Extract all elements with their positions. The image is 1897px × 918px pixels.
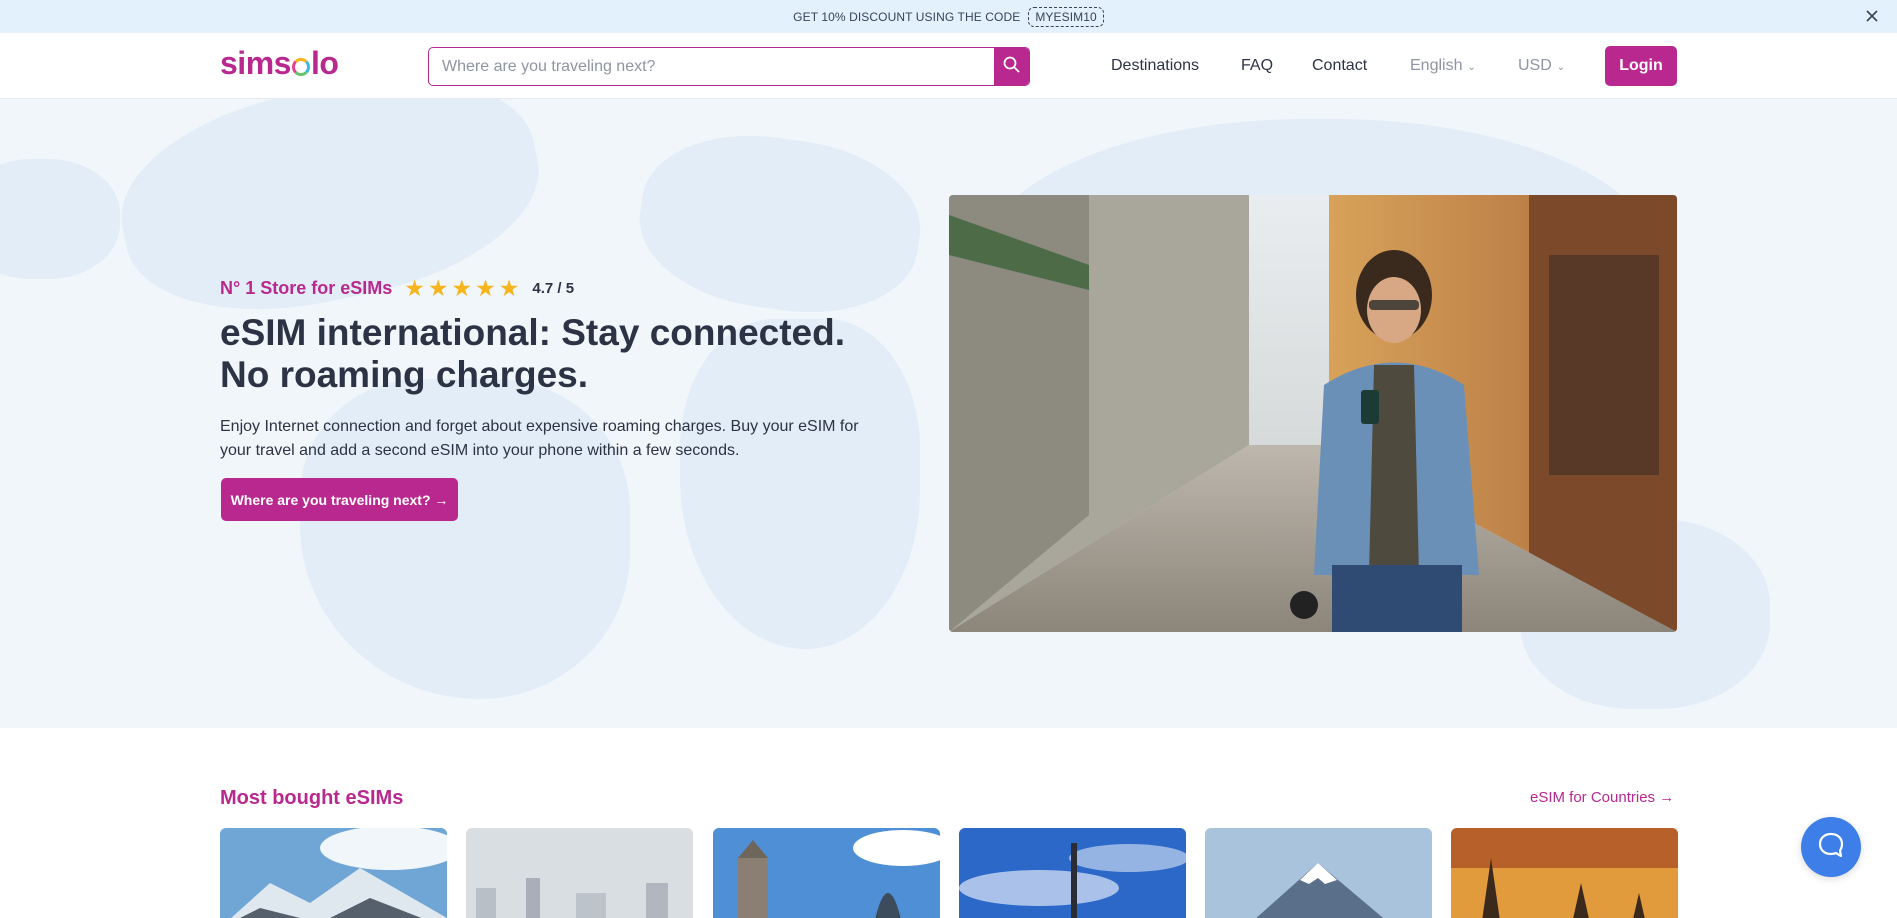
esim-countries-link[interactable]: eSIM for Countries → <box>1530 789 1674 806</box>
simsolo-logo[interactable]: sims lo <box>220 45 339 82</box>
close-icon[interactable] <box>1863 7 1881 25</box>
destination-card[interactable] <box>713 828 940 918</box>
temple-sunset-photo <box>1451 828 1678 918</box>
store-label: N° 1 Store for eSIMs <box>220 278 393 298</box>
language-select[interactable]: English ⌄ <box>1410 57 1476 75</box>
most-bought-title: Most bought eSIMs <box>220 787 404 809</box>
chevron-down-icon: ⌄ <box>1556 62 1566 73</box>
site-header: simslo Destinations FAQ Contact English ⌄… <box>0 33 1897 99</box>
tower-photo <box>959 828 1186 918</box>
search-icon <box>1003 56 1020 78</box>
star-icon: ★ <box>498 275 520 301</box>
destination-card[interactable] <box>1451 828 1678 918</box>
hero-traveler-photo <box>949 195 1677 632</box>
destination-card[interactable] <box>466 828 693 918</box>
rating-score: 4.7 / 5 <box>532 280 575 297</box>
promo-text: GET 10% DISCOUNT USING THE CODE <box>793 9 1021 24</box>
nav-contact[interactable]: Contact <box>1312 57 1367 75</box>
chevron-down-icon: ⌄ <box>1467 62 1476 73</box>
destination-card[interactable] <box>959 828 1186 918</box>
chat-bubble-icon <box>1816 830 1846 865</box>
hero-title-line1: eSIM international: Stay connected. <box>220 312 846 353</box>
language-value: English <box>1410 57 1463 74</box>
hero-section: N° 1 Store for eSIMs ★ ★ ★ ★ ★ 4.7 / 5 e… <box>0 99 1897 728</box>
star-icon: ★ <box>451 275 473 301</box>
store-rating: N° 1 Store for eSIMs ★ ★ ★ ★ ★ 4.7 / 5 <box>220 277 574 300</box>
destination-card[interactable] <box>220 828 447 918</box>
mount-fuji-photo <box>1205 828 1432 918</box>
star-icon: ★ <box>427 275 449 301</box>
currency-select[interactable]: USD ⌄ <box>1518 57 1565 75</box>
star-icon: ★ <box>475 275 496 301</box>
logo-text-start: sims <box>220 45 291 81</box>
star-icon: ★ <box>404 275 425 301</box>
promo-code[interactable]: MYESIM10 <box>1028 6 1104 27</box>
search-bar <box>428 47 1030 86</box>
mountain-photo <box>220 828 447 918</box>
nav-destinations[interactable]: Destinations <box>1111 57 1199 75</box>
currency-value: USD <box>1518 57 1552 74</box>
login-button[interactable]: Login <box>1605 46 1677 86</box>
hero-description: Enjoy Internet connection and forget abo… <box>220 418 859 459</box>
rating-stars: ★ ★ ★ ★ ★ <box>404 277 522 300</box>
city-skyline-photo <box>466 828 693 918</box>
logo-text-end: lo <box>310 45 339 81</box>
search-input[interactable] <box>429 48 994 85</box>
nav-faq[interactable]: FAQ <box>1241 57 1273 75</box>
hero-title: eSIM international: Stay connected. No r… <box>220 312 860 396</box>
hero-search-button[interactable]: Where are you traveling next? → <box>221 478 458 521</box>
hero-title-line2: No roaming charges. <box>220 354 589 395</box>
promo-bar: GET 10% DISCOUNT USING THE CODE MYESIM10 <box>0 0 1897 33</box>
london-bridge-photo <box>713 828 940 918</box>
logo-o-icon <box>291 57 310 76</box>
destination-card[interactable] <box>1205 828 1432 918</box>
chat-support-button[interactable] <box>1801 817 1861 877</box>
search-button[interactable] <box>994 48 1029 85</box>
